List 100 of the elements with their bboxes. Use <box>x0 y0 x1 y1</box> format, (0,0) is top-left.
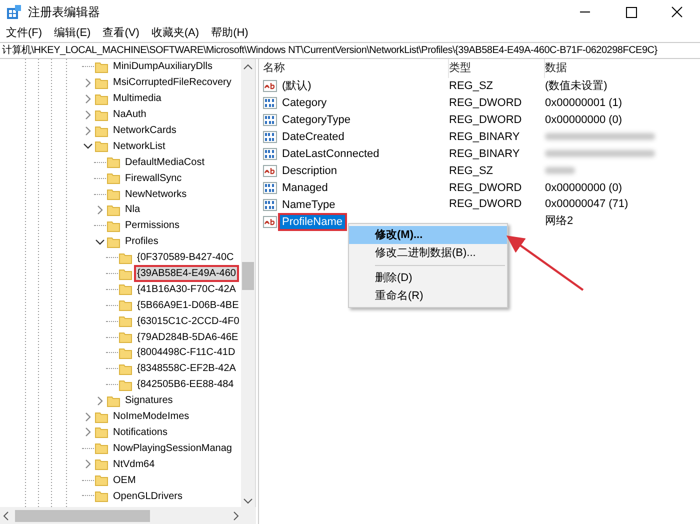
value-name[interactable]: Managed <box>278 178 332 197</box>
folder-icon <box>119 331 132 344</box>
value-name[interactable]: DateLastConnected <box>278 145 384 164</box>
window-title: 注册表编辑器 <box>28 4 100 21</box>
value-data: 0x00000000 (0) <box>545 182 622 194</box>
value-type: REG_BINARY <box>449 148 520 160</box>
folder-icon <box>119 283 132 296</box>
folder-icon <box>107 188 120 200</box>
tree-item[interactable]: MiniDumpAuxiliaryDlls <box>110 58 216 76</box>
tree-item[interactable]: DefaultMediaCost <box>122 154 208 171</box>
menu-item[interactable]: 删除(D) <box>349 269 507 287</box>
value-type: REG_DWORD <box>449 114 522 126</box>
folder-icon <box>95 76 108 89</box>
tree-item[interactable]: {8004498C-F11C-41D <box>134 344 238 362</box>
menu-item[interactable]: 修改二进制数据(B)... <box>349 244 507 262</box>
folder-icon <box>119 315 132 328</box>
folder-icon <box>107 236 120 248</box>
menu-item[interactable]: 修改(M)... <box>349 226 507 244</box>
tree-item[interactable]: NetworkList <box>110 138 168 155</box>
value-name[interactable]: CategoryType <box>278 111 354 130</box>
value-name[interactable]: DateCreated <box>278 128 348 146</box>
tree-item[interactable]: {0F370589-B427-40C <box>134 249 237 266</box>
folder-icon <box>95 124 108 136</box>
value-data: 0x00000047 (71) <box>545 198 628 210</box>
binary-value-icon <box>263 147 277 162</box>
folder-icon <box>107 204 120 216</box>
tree-item[interactable]: Nla <box>122 201 144 218</box>
folder-icon <box>95 426 108 438</box>
address-bar[interactable]: 计算机\HKEY_LOCAL_MACHINE\SOFTWARE\Microsoft\Windows NT\CurrentVersion\NetworkList\Profiles\{39AB58E4-E49A-460C-B71F-0620298FCE9C} <box>0 42 700 59</box>
binary-value-icon <box>263 130 277 144</box>
string-value-icon <box>263 214 277 229</box>
value-data: 网络2 <box>545 215 574 228</box>
string-value-icon <box>263 79 277 94</box>
binary-value-icon <box>263 96 277 110</box>
tree-item[interactable]: NaAuth <box>110 106 150 124</box>
folder-icon <box>95 60 108 73</box>
folder-icon <box>119 299 132 312</box>
tree-item[interactable]: {63015C1C-2CCD-4F0 <box>134 312 242 330</box>
column-header[interactable]: 类型 <box>449 62 471 74</box>
folder-icon <box>119 268 132 280</box>
value-type: REG_BINARY <box>449 130 520 143</box>
tree-item[interactable]: NtVdm64 <box>110 456 158 473</box>
value-data: (数值未设置) <box>545 80 608 92</box>
value-type: REG_SZ <box>449 164 494 177</box>
tree-item[interactable]: {8348558C-EF2B-42A <box>134 360 239 378</box>
column-header[interactable]: 数据 <box>545 62 567 74</box>
tree-item[interactable]: NetworkCards <box>110 122 180 140</box>
binary-value-icon <box>263 113 277 128</box>
folder-icon <box>119 252 132 264</box>
menu-item[interactable]: 收藏夹(A) <box>145 24 206 42</box>
tree-item[interactable]: Signatures <box>122 392 176 410</box>
value-name[interactable]: Description <box>278 162 342 180</box>
value-name[interactable]: Category <box>278 94 331 112</box>
tree-item[interactable]: NewNetworks <box>122 186 190 203</box>
scrollbar-thumb[interactable] <box>15 510 150 522</box>
folder-icon <box>107 156 120 168</box>
menu-item[interactable]: 查看(V) <box>96 24 146 42</box>
tree-item[interactable]: Multimedia <box>110 90 164 108</box>
folder-icon <box>119 378 132 391</box>
folder-icon <box>107 394 120 407</box>
value-data: 0x00000001 (1) <box>545 97 622 110</box>
folder-icon <box>119 362 132 375</box>
folder-icon <box>95 140 108 152</box>
menu-item[interactable]: 文件(F) <box>0 24 48 42</box>
binary-value-icon <box>263 180 277 195</box>
tree-item[interactable]: OpenGLDrivers <box>110 488 186 504</box>
tree-item[interactable]: FirewallSync <box>122 170 185 187</box>
folder-icon <box>107 172 120 184</box>
folder-icon <box>95 474 108 486</box>
column-header[interactable]: 名称 <box>263 59 285 78</box>
folder-icon <box>95 442 108 454</box>
menu-item[interactable]: 帮助(H) <box>205 24 254 42</box>
string-value-icon <box>263 164 277 178</box>
menu-item[interactable]: 编辑(E) <box>48 24 97 42</box>
folder-icon <box>95 410 108 423</box>
tree-item[interactable]: OEM <box>110 472 139 489</box>
value-type: REG_DWORD <box>449 182 522 194</box>
tree-item[interactable]: NoImeModeImes <box>110 408 192 426</box>
tree-item[interactable]: {39AB58E4-E49A-460 <box>134 265 239 282</box>
maximize-icon[interactable] <box>623 5 639 19</box>
value-name[interactable]: ProfileName <box>278 212 347 231</box>
tree-item[interactable]: {842505B6-EE88-484 <box>134 376 237 394</box>
value-name[interactable]: (默认) <box>278 77 316 96</box>
close-icon[interactable] <box>669 5 685 19</box>
tree-item[interactable]: MsiCorruptedFileRecovery <box>110 74 234 92</box>
tree-item[interactable]: {79AD284B-5DA6-46E <box>134 328 242 346</box>
value-name[interactable]: NameType <box>278 196 340 214</box>
value-type: REG_SZ <box>449 80 494 92</box>
scrollbar-thumb[interactable] <box>242 262 254 290</box>
binary-value-icon <box>263 198 277 212</box>
tree-item[interactable]: Profiles <box>122 233 162 250</box>
folder-icon <box>107 220 120 232</box>
tree-item[interactable]: NowPlayingSessionManag <box>110 440 235 457</box>
tree-item[interactable]: {5B66A9E1-D06B-4BE <box>134 296 242 314</box>
folder-icon <box>95 92 108 105</box>
tree-item[interactable]: Notifications <box>110 424 170 441</box>
tree-item[interactable]: {41B16A30-F70C-42A <box>134 280 239 298</box>
value-type: REG_DWORD <box>449 97 522 110</box>
menu-item[interactable]: 重命名(R) <box>349 287 507 305</box>
tree-item[interactable]: Permissions <box>122 217 182 234</box>
